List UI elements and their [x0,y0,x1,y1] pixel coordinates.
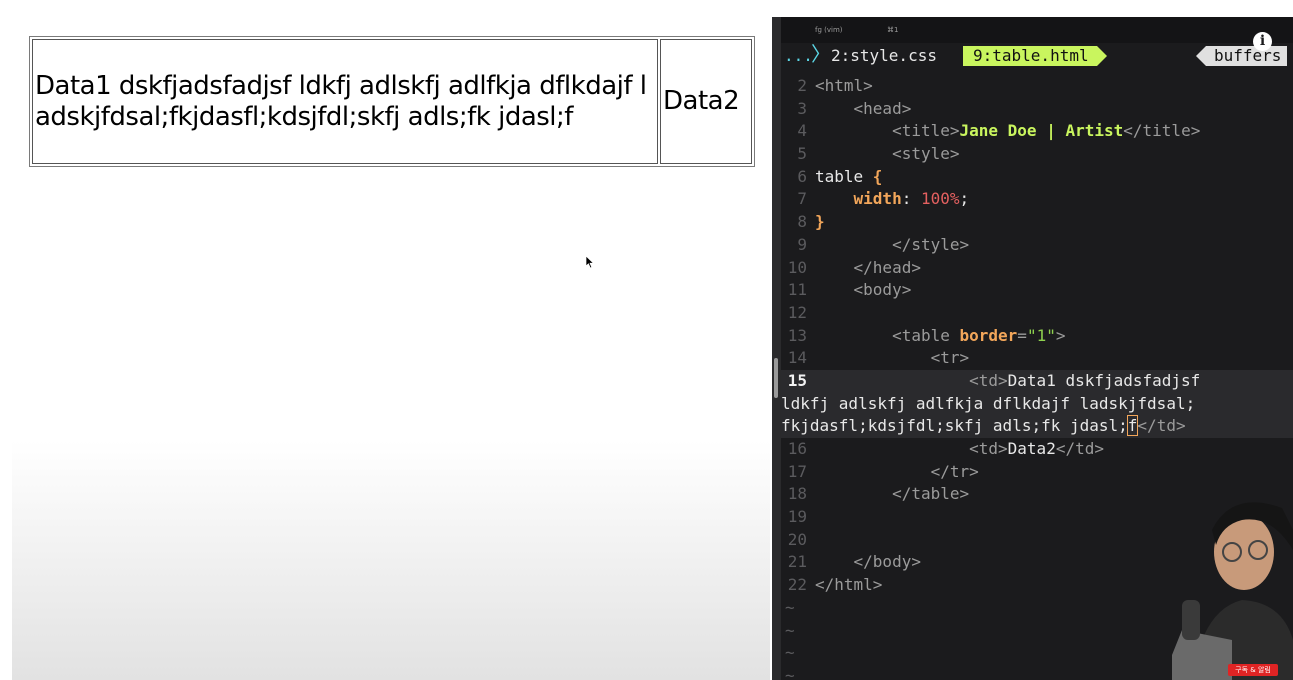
code-line: 8} [797,212,825,232]
pane-divider [772,17,781,680]
terminal-titlebar: fg (vim) ⌘1 [781,17,1293,43]
tab-overflow[interactable]: ... [784,44,813,68]
code-line: 14 <tr> [787,348,970,368]
code-line: 2 <html> [797,76,873,95]
code-line-current: 15 <td>Data1 dskfjadsfadjsf [781,369,1293,393]
tab-shortcut-label: ⌘1 [887,26,899,34]
vim-tabline: ... 〉 2:style.css 9:table.html buffers [781,42,1293,68]
rendered-table: Data1 dskfjadsfadjsf ldkfj adlskfj adlfk… [29,36,755,167]
process-label: fg (vim) [815,26,843,34]
code-line: 3 <head> [797,98,912,118]
code-line: 7 width: 100%; [797,189,970,209]
code-line: 6 table { [797,166,883,186]
resize-handle[interactable] [774,358,778,398]
table-row: Data1 dskfjadsfadjsf ldkfj adlskfj adlfk… [32,39,752,164]
tab-table-html[interactable]: 9:table.html [963,46,1107,66]
tab-style-css[interactable]: 2:style.css [831,44,937,68]
code-line: 12 [787,302,807,322]
subscribe-badge: 구독 & 알림 [1228,664,1278,676]
code-line: 11 <body> [787,280,912,300]
webcam-overlay [1172,490,1293,680]
code-line-wrapped: fkjdasfl;kdsjfdl;skfj adls;fk jdasl;f</t… [781,415,1293,438]
table-cell-data2: Data2 [660,39,752,164]
background-gradient [12,440,770,680]
code-line: 5 <style> [797,144,960,164]
text-cursor: f [1126,415,1139,437]
code-line: 16 <td>Data2</td> [787,439,1104,458]
code-line-wrapped: ldkfj adlskfj adlfkja dflkdajf ladskjfds… [781,392,1293,416]
code-line: 4 <title>Jane Doe | Artist</title> [797,121,1201,141]
code-line: 13 <table border="1"> [787,325,1066,345]
buffers-label[interactable]: buffers [1195,46,1288,66]
browser-preview: Data1 dskfjadsfadjsf ldkfj adlskfj adlfk… [0,0,770,680]
chevron-right-icon: 〉 [811,42,831,66]
code-line: 9 </style> [797,234,970,254]
code-line: 17 </tr> [787,461,979,481]
table-cell-data1: Data1 dskfjadsfadjsf ldkfj adlskfj adlfk… [32,39,658,164]
info-icon[interactable]: i [1253,32,1272,51]
code-line: 10 </head> [787,257,921,277]
